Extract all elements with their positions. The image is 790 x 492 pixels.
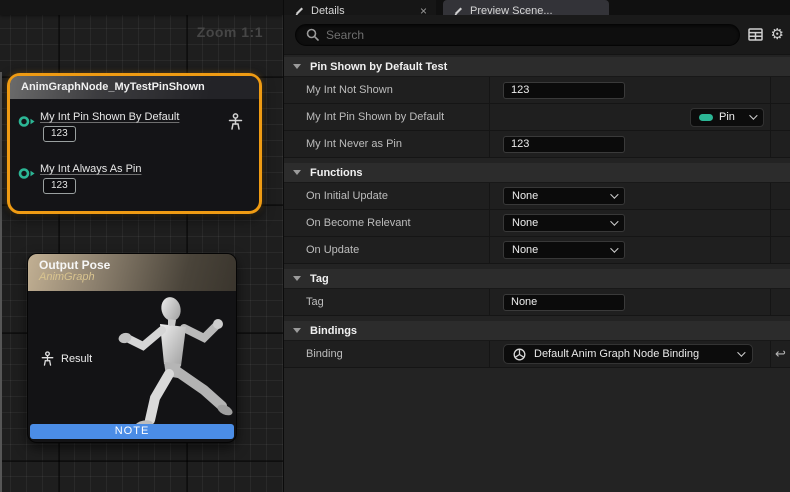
property-row-binding: Binding Default Anim Graph Node Binding xyxy=(284,341,790,368)
property-row-on-update: On Update None xyxy=(284,237,790,264)
pose-result-icon xyxy=(41,351,54,367)
search-icon xyxy=(306,28,319,41)
section-header[interactable]: Functions xyxy=(284,163,790,183)
property-row-on-initial-update: On Initial Update None xyxy=(284,183,790,210)
tab-label: Preview Scene... xyxy=(470,5,553,15)
preview-scene-tab-icon xyxy=(452,5,464,15)
anim-graph-node-selected[interactable]: AnimGraphNode_MyTestPinShown My Int Pin … xyxy=(7,73,262,214)
on-initial-update-dropdown[interactable]: None xyxy=(503,187,625,205)
node-title: AnimGraphNode_MyTestPinShown xyxy=(21,81,205,93)
search-input[interactable] xyxy=(326,28,729,42)
display-filter-icon[interactable] xyxy=(748,28,763,41)
search-box[interactable] xyxy=(295,24,740,46)
tab-bar: Details × Preview Scene... xyxy=(284,0,790,15)
chevron-down-icon xyxy=(610,244,618,252)
unreal-editor-window: Zoom 1:1 AnimGraphNode_MyTestPinShown My… xyxy=(0,0,790,492)
pin-label: My Int Always As Pin xyxy=(40,163,141,175)
note-badge[interactable]: NOTE xyxy=(30,424,234,439)
collapse-triangle-icon xyxy=(293,328,301,333)
result-pin[interactable]: Result xyxy=(41,351,92,367)
result-pin-label: Result xyxy=(61,353,92,365)
tab-label: Details xyxy=(311,5,345,15)
property-row-my-int-never-as-pin: My Int Never as Pin xyxy=(284,131,790,158)
node-title-bar[interactable]: AnimGraphNode_MyTestPinShown xyxy=(10,76,259,99)
settings-gear-icon[interactable]: ⚙ xyxy=(771,27,784,42)
details-tab-icon xyxy=(293,5,305,15)
chevron-down-icon xyxy=(610,190,618,198)
anim-graph-canvas[interactable]: Zoom 1:1 AnimGraphNode_MyTestPinShown My… xyxy=(0,0,284,492)
section-bindings: Bindings Binding Default Anim Graph Node… xyxy=(284,321,790,368)
property-row-my-int-pin-shown-by-default: My Int Pin Shown by Default Pin xyxy=(284,104,790,131)
tab-details[interactable]: Details × xyxy=(284,0,436,15)
running-mannequin-figure xyxy=(112,294,234,432)
collapse-triangle-icon xyxy=(293,276,301,281)
property-row-tag: Tag xyxy=(284,289,790,316)
panel-edge-divider xyxy=(0,72,2,492)
reset-to-default-icon[interactable]: ↩ xyxy=(775,346,786,362)
property-row-on-become-relevant: On Become Relevant None xyxy=(284,210,790,237)
details-panel: Details × Preview Scene... xyxy=(284,0,790,492)
search-toolbar: ⚙ xyxy=(284,15,790,55)
section-functions: Functions On Initial Update None On Beco… xyxy=(284,163,790,264)
pin-value-box[interactable]: 123 xyxy=(43,126,76,142)
tab-preview-scene[interactable]: Preview Scene... xyxy=(443,0,609,15)
output-node-subtitle: AnimGraph xyxy=(39,271,236,283)
pin-label: My Int Pin Shown By Default xyxy=(40,111,179,123)
node-pin-row: My Int Always As Pin 123 xyxy=(18,163,253,194)
my-int-not-shown-input[interactable] xyxy=(503,82,625,99)
pin-value-box[interactable]: 123 xyxy=(43,178,76,194)
property-list: Pin Shown by Default Test My Int Not Sho… xyxy=(284,55,790,492)
section-header[interactable]: Pin Shown by Default Test xyxy=(284,57,790,77)
binding-dropdown[interactable]: Default Anim Graph Node Binding xyxy=(503,344,753,364)
output-node-title: Output Pose xyxy=(39,258,236,272)
int-pin-icon[interactable] xyxy=(18,115,36,128)
chevron-down-icon xyxy=(610,217,618,225)
pin-chip-icon xyxy=(699,114,713,121)
pose-watch-icon[interactable] xyxy=(228,113,243,131)
collapse-triangle-icon xyxy=(293,64,301,69)
graph-top-shadow xyxy=(0,0,283,15)
on-update-dropdown[interactable]: None xyxy=(503,241,625,259)
section-tag: Tag Tag xyxy=(284,269,790,316)
close-icon[interactable]: × xyxy=(420,6,427,15)
collapse-triangle-icon xyxy=(293,170,301,175)
tag-input[interactable] xyxy=(503,294,625,311)
int-pin-icon[interactable] xyxy=(18,167,36,180)
output-node-title-bar[interactable]: Output Pose AnimGraph xyxy=(28,254,236,291)
binding-class-icon xyxy=(513,348,526,361)
property-row-my-int-not-shown: My Int Not Shown xyxy=(284,77,790,104)
my-int-never-as-pin-input[interactable] xyxy=(503,136,625,153)
on-become-relevant-dropdown[interactable]: None xyxy=(503,214,625,232)
section-pin-shown-by-default-test: Pin Shown by Default Test My Int Not Sho… xyxy=(284,57,790,158)
pin-mode-dropdown[interactable]: Pin xyxy=(690,108,764,127)
section-header[interactable]: Bindings xyxy=(284,321,790,341)
chevron-down-icon xyxy=(749,111,757,119)
zoom-level-label: Zoom 1:1 xyxy=(197,24,263,40)
chevron-down-icon xyxy=(737,348,745,356)
output-pose-node[interactable]: Output Pose AnimGraph xyxy=(27,253,237,443)
section-header[interactable]: Tag xyxy=(284,269,790,289)
node-pin-row: My Int Pin Shown By Default 123 xyxy=(18,111,253,142)
